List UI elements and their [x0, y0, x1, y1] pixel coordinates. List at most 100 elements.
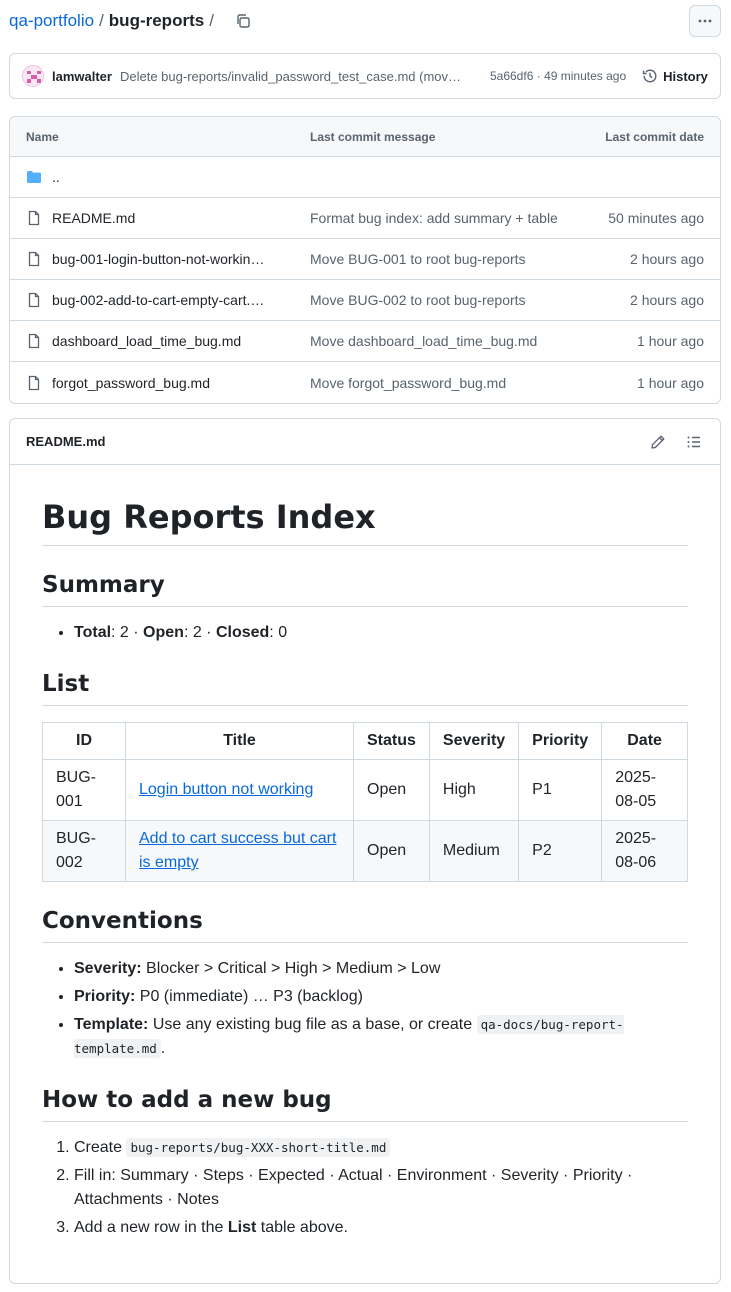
- file-commit-date: 50 minutes ago: [608, 210, 704, 226]
- commit-author[interactable]: lamwalter: [52, 69, 112, 84]
- template-text: Use any existing bug file as a base, or …: [148, 1016, 477, 1033]
- list-item: Create bug-reports/bug-XXX-short-title.m…: [74, 1136, 688, 1160]
- readme-title: Bug Reports Index: [42, 497, 688, 546]
- bug-title-link[interactable]: Add to cart success but cart is empty: [139, 830, 336, 871]
- readme-header: README.md: [10, 419, 720, 465]
- bug-priority: P1: [518, 759, 603, 821]
- parent-directory-link[interactable]: ..: [52, 169, 274, 185]
- step3-bold: List: [227, 1219, 257, 1236]
- file-commit-date: 1 hour ago: [637, 374, 704, 391]
- bug-severity: Medium: [428, 820, 520, 882]
- readme-content: Bug Reports Index Summary Total: 2 · Ope…: [10, 465, 720, 1240]
- total-value: : 2 ·: [111, 624, 144, 641]
- commit-message[interactable]: Delete bug-reports/invalid_password_test…: [120, 69, 480, 84]
- file-row[interactable]: forgot_password_bug.md Move forgot_passw…: [10, 362, 720, 403]
- kebab-icon: [698, 19, 712, 23]
- file-row[interactable]: dashboard_load_time_bug.md Move dashboar…: [10, 321, 720, 362]
- file-commit-message[interactable]: Move dashboard_load_time_bug.md: [310, 333, 600, 349]
- bug-status: Open: [353, 820, 430, 882]
- copy-path-button[interactable]: [233, 11, 253, 31]
- bug-title-link[interactable]: Login button not working: [139, 781, 313, 798]
- file-commit-message[interactable]: Move BUG-001 to root bug-reports: [310, 251, 600, 267]
- edit-readme-button[interactable]: [648, 432, 668, 452]
- file-icon: [26, 333, 42, 349]
- column-header-priority: Priority: [518, 722, 603, 760]
- bug-date: 2025-08-06: [601, 820, 688, 882]
- top-bar: qa-portfolio / bug-reports /: [0, 0, 731, 44]
- readme-filename[interactable]: README.md: [26, 434, 105, 449]
- list-item: Template: Use any existing bug file as a…: [74, 1013, 688, 1061]
- copy-icon: [237, 14, 250, 28]
- file-name-link[interactable]: dashboard_load_time_bug.md: [52, 333, 274, 349]
- open-value: : 2 ·: [183, 624, 216, 641]
- closed-label: Closed: [215, 624, 270, 641]
- file-name-link[interactable]: bug-002-add-to-cart-empty-cart.…: [52, 292, 274, 308]
- file-commit-message[interactable]: Move forgot_password_bug.md: [310, 375, 600, 391]
- column-header-date: Date: [601, 722, 688, 760]
- list-item: Priority: P0 (immediate) … P3 (backlog): [74, 985, 688, 1009]
- file-row[interactable]: bug-002-add-to-cart-empty-cart.… Move BU…: [10, 280, 720, 321]
- table-row: BUG-001 Login button not working Open Hi…: [42, 759, 688, 821]
- breadcrumb: qa-portfolio / bug-reports /: [9, 10, 253, 32]
- priority-label: Priority:: [74, 988, 136, 1005]
- bug-status: Open: [353, 759, 430, 821]
- file-commit-date: 1 hour ago: [637, 333, 704, 349]
- outline-button[interactable]: [684, 432, 704, 452]
- file-row[interactable]: bug-001-login-button-not-workin… Move BU…: [10, 239, 720, 280]
- breadcrumb-separator: /: [209, 11, 214, 30]
- avatar[interactable]: [22, 65, 44, 87]
- howto-steps: Create bug-reports/bug-XXX-short-title.m…: [42, 1136, 688, 1240]
- conventions-list: Severity: Blocker > Critical > High > Me…: [42, 957, 688, 1061]
- file-table: Name Last commit message Last commit dat…: [9, 116, 721, 404]
- step1-text: Create: [74, 1139, 127, 1156]
- history-icon: [642, 69, 657, 83]
- list-item: Add a new row in the List table above.: [74, 1216, 688, 1240]
- parent-directory-row[interactable]: ..: [10, 157, 720, 198]
- breadcrumb-separator: /: [99, 11, 104, 30]
- file-row[interactable]: README.md Format bug index: add summary …: [10, 198, 720, 239]
- template-label: Template:: [74, 1016, 149, 1033]
- breadcrumb-current-dir: bug-reports: [108, 11, 205, 30]
- summary-item: Total: 2 · Open: 2 · Closed: 0: [74, 621, 688, 645]
- step3-pre: Add a new row in the: [74, 1219, 228, 1236]
- identicon-icon: [23, 66, 43, 86]
- template-end: .: [160, 1040, 166, 1057]
- column-header-date: Last commit date: [605, 129, 704, 144]
- file-name-link[interactable]: bug-001-login-button-not-workin…: [52, 251, 274, 267]
- priority-text: P0 (immediate) … P3 (backlog): [135, 988, 363, 1005]
- open-label: Open: [143, 624, 184, 641]
- bug-table-header-row: ID Title Status Severity Priority Date: [42, 722, 688, 760]
- file-icon: [26, 292, 42, 308]
- list-item: Fill in: Summary · Steps · Expected · Ac…: [74, 1164, 688, 1212]
- bug-id: BUG-002: [42, 820, 126, 882]
- column-header-message: Last commit message: [310, 129, 436, 144]
- file-commit-message[interactable]: Move BUG-002 to root bug-reports: [310, 292, 600, 308]
- file-name-link[interactable]: forgot_password_bug.md: [52, 375, 274, 391]
- commit-sha[interactable]: 5a66df6: [490, 69, 533, 83]
- total-label: Total: [74, 624, 112, 641]
- pencil-icon: [651, 435, 665, 449]
- folder-icon: [26, 169, 42, 185]
- more-options-button[interactable]: [689, 5, 721, 37]
- bug-priority: P2: [518, 820, 603, 882]
- column-header-title: Title: [125, 722, 354, 760]
- howto-heading: How to add a new bug: [42, 1085, 688, 1122]
- column-header-id: ID: [42, 722, 126, 760]
- bug-id: BUG-001: [42, 759, 126, 821]
- column-header-status: Status: [353, 722, 430, 760]
- file-table-header: Name Last commit message Last commit dat…: [10, 117, 720, 157]
- breadcrumb-repo-link[interactable]: qa-portfolio: [9, 10, 94, 32]
- bug-table: ID Title Status Severity Priority Date B…: [42, 722, 688, 882]
- commit-meta: 5a66df6 · 49 minutes ago: [490, 69, 626, 83]
- file-commit-message[interactable]: Format bug index: add summary + table: [310, 210, 600, 226]
- history-button[interactable]: History: [642, 68, 708, 84]
- file-commit-date: 2 hours ago: [630, 251, 704, 267]
- list-item: Severity: Blocker > Critical > High > Me…: [74, 957, 688, 981]
- conventions-heading: Conventions: [42, 906, 688, 943]
- summary-heading: Summary: [42, 570, 688, 607]
- list-heading: List: [42, 669, 688, 706]
- bug-date: 2025-08-05: [601, 759, 688, 821]
- meta-dot: ·: [536, 69, 541, 83]
- file-name-link[interactable]: README.md: [52, 210, 274, 226]
- column-header-severity: Severity: [428, 722, 520, 760]
